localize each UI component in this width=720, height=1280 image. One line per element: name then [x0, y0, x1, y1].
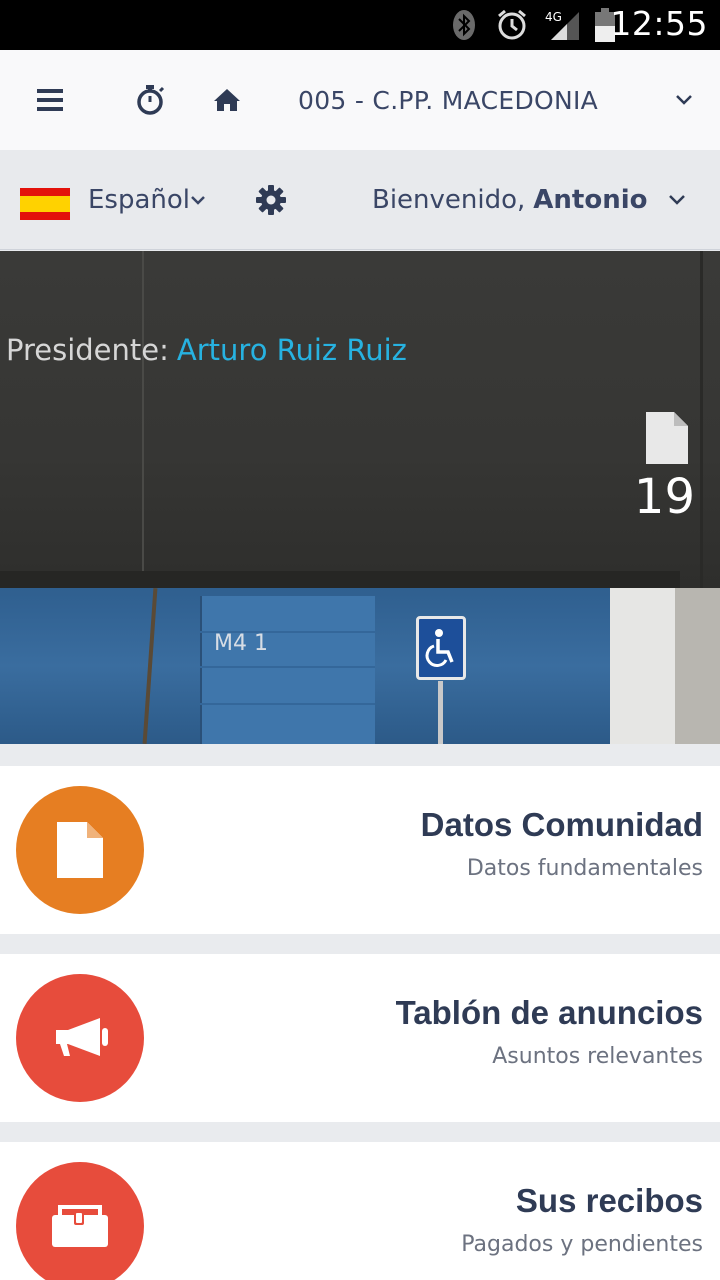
- chevron-down-icon[interactable]: [190, 150, 206, 250]
- chevron-down-icon[interactable]: [668, 150, 686, 250]
- user-name: Antonio: [533, 185, 648, 215]
- community-selector[interactable]: 005 - C.PP. MACEDONIA: [298, 50, 598, 150]
- accessibility-sign-icon: [416, 616, 466, 680]
- card-subtitle: Pagados y pendientes: [461, 1232, 703, 1257]
- card-tablon-anuncios[interactable]: Tablón de anuncios Asuntos relevantes: [0, 954, 720, 1122]
- card-sus-recibos[interactable]: Sus recibos Pagados y pendientes: [0, 1142, 720, 1280]
- document-icon: [16, 786, 144, 914]
- megaphone-icon: [16, 974, 144, 1102]
- card-datos-comunidad[interactable]: Datos Comunidad Datos fundamentales: [0, 766, 720, 934]
- home-icon[interactable]: [213, 50, 241, 150]
- document-icon[interactable]: [646, 412, 688, 468]
- spain-flag-icon[interactable]: [20, 188, 70, 220]
- menu-icon[interactable]: [36, 50, 64, 150]
- user-bar: Español Bienvenido, Antonio: [0, 150, 720, 250]
- gear-icon[interactable]: [256, 150, 286, 250]
- welcome-prefix: Bienvenido,: [372, 185, 526, 215]
- clock-time: 12:55: [610, 4, 708, 43]
- community-hero-banner: M4 1 Presidente: Arturo Ruiz Ruiz 19: [0, 251, 720, 744]
- top-navigation-bar: 005 - C.PP. MACEDONIA: [0, 50, 720, 150]
- document-count[interactable]: 19: [634, 469, 695, 525]
- welcome-message: Bienvenido, Antonio: [372, 150, 648, 250]
- chevron-down-icon[interactable]: [674, 50, 694, 150]
- president-info: Presidente: Arturo Ruiz Ruiz: [6, 333, 407, 367]
- card-title: Tablón de anuncios: [395, 994, 703, 1031]
- bluetooth-icon: [451, 8, 477, 42]
- card-title: Sus recibos: [515, 1182, 703, 1219]
- signal-icon: 4G: [545, 8, 581, 42]
- network-type: 4G: [545, 10, 562, 24]
- building-photo: [0, 251, 720, 588]
- card-subtitle: Datos fundamentales: [466, 856, 703, 881]
- stopwatch-icon[interactable]: [134, 50, 166, 150]
- building-sign-text: M4 1: [214, 631, 268, 656]
- president-name-link[interactable]: Arturo Ruiz Ruiz: [177, 333, 407, 367]
- card-subtitle: Asuntos relevantes: [492, 1044, 703, 1069]
- status-bar: 4G 12:55: [0, 0, 720, 50]
- president-label: Presidente:: [6, 333, 169, 367]
- wallet-icon: [16, 1162, 144, 1280]
- card-title: Datos Comunidad: [420, 806, 703, 843]
- language-selector[interactable]: Español: [88, 150, 190, 250]
- alarm-icon: [495, 8, 529, 42]
